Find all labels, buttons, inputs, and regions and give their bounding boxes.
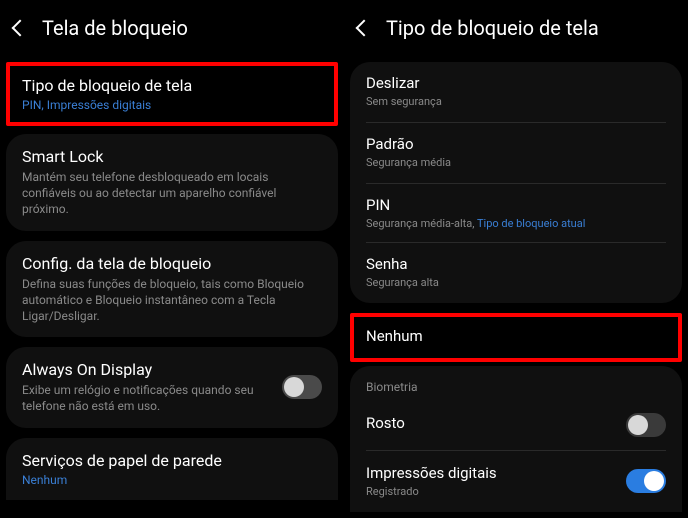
panel-lock-types: Deslizar Sem segurança Padrão Segurança … xyxy=(350,62,682,303)
item-title: Deslizar xyxy=(366,74,666,92)
item-subtitle: Defina suas funções de bloqueio, tais co… xyxy=(22,276,322,325)
screen-lockscreen-settings: Tela de bloqueio Tipo de bloqueio de tel… xyxy=(0,0,344,518)
page-title: Tipo de bloqueio de tela xyxy=(386,16,599,40)
section-header-biometrics: Biometria xyxy=(350,370,682,400)
item-subtitle: Mantém seu telefone desbloqueado em loca… xyxy=(22,169,322,218)
item-subtitle: Segurança média-alta, Tipo de bloqueio a… xyxy=(366,217,666,230)
item-smart-lock[interactable]: Smart Lock Mantém seu telefone desbloque… xyxy=(6,134,338,231)
toggle-aod[interactable] xyxy=(282,375,322,399)
item-face[interactable]: Rosto xyxy=(350,400,682,450)
item-title[interactable]: Tipo de bloqueio de tela xyxy=(22,76,322,95)
item-pin[interactable]: PIN Segurança média-alta, Tipo de bloque… xyxy=(350,184,682,242)
header: Tela de bloqueio xyxy=(0,0,344,62)
item-lock-config[interactable]: Config. da tela de bloqueio Defina suas … xyxy=(6,241,338,338)
toggle-knob xyxy=(644,471,664,491)
item-title: Padrão xyxy=(366,135,666,153)
item-subtitle: Nenhum xyxy=(22,473,322,487)
toggle-fingerprint[interactable] xyxy=(626,469,666,493)
item-subtitle: Sem segurança xyxy=(366,95,666,110)
toggle-face[interactable] xyxy=(626,413,666,437)
item-none[interactable]: Nenhum xyxy=(366,327,666,345)
item-title: Rosto xyxy=(366,414,616,432)
toggle-knob xyxy=(628,415,648,435)
item-title: Always On Display xyxy=(22,360,272,379)
sub-prefix: Segurança média-alta, xyxy=(366,217,477,230)
item-password[interactable]: Senha Segurança alta xyxy=(350,243,682,303)
header: Tipo de bloqueio de tela xyxy=(344,0,688,62)
panel-biometrics: Biometria Rosto Impressões digitais Regi… xyxy=(350,366,682,513)
sub-current: Tipo de bloqueio atual xyxy=(477,217,585,230)
item-title: Config. da tela de bloqueio xyxy=(22,254,322,273)
panel-wallpaper: Serviços de papel de parede Nenhum xyxy=(6,438,338,500)
item-subtitle: Registrado xyxy=(366,485,616,500)
highlight-screen-lock-type: Tipo de bloqueio de tela PIN, Impressões… xyxy=(6,62,338,126)
item-always-on-display[interactable]: Always On Display Exibe um relógio e not… xyxy=(6,347,338,427)
item-title: Smart Lock xyxy=(22,147,322,166)
highlight-none: Nenhum xyxy=(350,313,682,362)
panel-aod: Always On Display Exibe um relógio e not… xyxy=(6,347,338,427)
item-title: Serviços de papel de parede xyxy=(22,451,322,470)
item-fingerprint[interactable]: Impressões digitais Registrado xyxy=(350,451,682,513)
back-icon[interactable] xyxy=(12,20,29,37)
screen-lock-type: Tipo de bloqueio de tela Deslizar Sem se… xyxy=(344,0,688,518)
item-title: Impressões digitais xyxy=(366,464,616,482)
item-swipe[interactable]: Deslizar Sem segurança xyxy=(350,62,682,122)
panel-lock-options: Smart Lock Mantém seu telefone desbloque… xyxy=(6,134,338,231)
toggle-knob xyxy=(284,377,304,397)
back-icon[interactable] xyxy=(356,20,373,37)
page-title: Tela de bloqueio xyxy=(42,16,188,40)
item-subtitle: PIN, Impressões digitais xyxy=(22,98,322,112)
panel-lock-config: Config. da tela de bloqueio Defina suas … xyxy=(6,241,338,338)
item-title: PIN xyxy=(366,196,666,214)
item-subtitle: Segurança alta xyxy=(366,276,666,291)
item-pattern[interactable]: Padrão Segurança média xyxy=(350,123,682,183)
item-subtitle: Segurança média xyxy=(366,156,666,171)
item-wallpaper-services[interactable]: Serviços de papel de parede Nenhum xyxy=(6,438,338,500)
item-subtitle: Exibe um relógio e notificações quando s… xyxy=(22,382,272,414)
item-title: Senha xyxy=(366,255,666,273)
